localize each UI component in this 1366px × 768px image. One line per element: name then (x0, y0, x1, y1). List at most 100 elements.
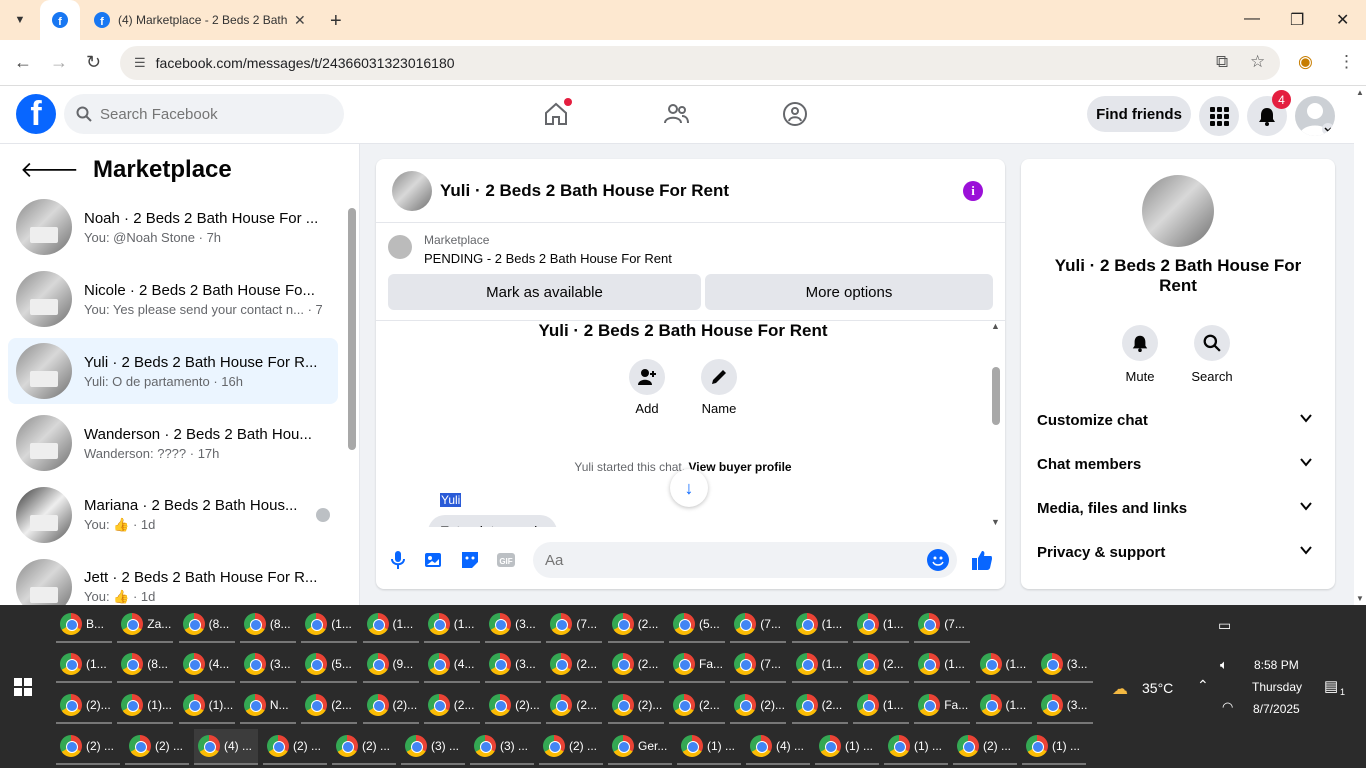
taskbar-window-button[interactable]: (2... (301, 688, 358, 724)
thread-scrollbar[interactable]: ▲ ▼ (990, 321, 1002, 527)
taskbar-window-button[interactable]: (1)... (178, 688, 235, 724)
taskbar-window-button[interactable]: (5... (301, 647, 358, 683)
customize-chat-section[interactable]: Customize chat (1029, 400, 1327, 440)
conversation-item[interactable]: Mariana · 2 Beds 2 Bath Hous... You: 👍 ·… (8, 482, 338, 548)
taskbar-window-button[interactable]: (2... (669, 688, 725, 724)
temperature[interactable]: 35°C (1142, 680, 1173, 696)
new-tab-icon[interactable]: + (330, 10, 342, 33)
taskbar-window-button[interactable]: (8... (117, 647, 174, 683)
taskbar-window-button[interactable]: (3) ... (401, 729, 465, 765)
clock-date[interactable]: 8/7/2025 (1253, 702, 1300, 716)
taskbar-window-button[interactable]: (2) ... (56, 729, 120, 765)
taskbar-window-button[interactable]: (2) ... (953, 729, 1017, 765)
taskbar-window-button[interactable]: (1... (852, 607, 909, 643)
taskbar-window-button[interactable]: (1... (301, 607, 358, 643)
taskbar-window-button[interactable]: (1) ... (1022, 729, 1086, 765)
taskbar-window-button[interactable]: N... (239, 688, 296, 724)
scroll-up-arrow-icon[interactable]: ▲ (991, 321, 1000, 331)
battery-icon[interactable]: ▭ (1218, 617, 1231, 634)
listing-large-thumbnail[interactable] (1142, 175, 1214, 247)
friends-icon[interactable] (662, 100, 690, 128)
notifications-bell-icon[interactable]: 4 (1247, 90, 1291, 136)
taskbar-window-button[interactable]: (7... (546, 607, 603, 643)
sticker-icon[interactable] (459, 549, 481, 571)
taskbar-window-button[interactable]: (1... (423, 607, 480, 643)
taskbar-window-button[interactable]: (1) ... (815, 729, 879, 765)
taskbar-window-button[interactable]: Fa... (914, 688, 971, 724)
message-bubble[interactable]: Estou interesado (428, 515, 558, 527)
taskbar-window-button[interactable]: (2) ... (125, 729, 189, 765)
search-in-chat-action[interactable]: Search (1182, 325, 1242, 384)
photo-icon[interactable] (423, 549, 445, 571)
taskbar-window-button[interactable]: (4) ... (746, 729, 810, 765)
taskbar-window-button[interactable]: (1... (914, 647, 971, 683)
mute-action[interactable]: Mute (1110, 325, 1170, 384)
taskbar-window-button[interactable]: (1)... (117, 688, 174, 724)
conversation-item[interactable]: Wanderson · 2 Beds 2 Bath Hou... Wanders… (8, 410, 338, 476)
listing-status[interactable]: PENDING - 2 Beds 2 Bath House For Rent (424, 251, 672, 266)
chat-members-section[interactable]: Chat members (1029, 444, 1327, 484)
conversation-item[interactable]: Noah · 2 Beds 2 Bath House For ... You: … (8, 194, 338, 260)
chevron-up-icon[interactable]: ⌃ (1197, 677, 1209, 694)
url-field[interactable]: ☰ facebook.com/messages/t/24366031323016… (120, 46, 1280, 80)
message-input[interactable] (545, 551, 915, 569)
account-avatar[interactable] (1295, 96, 1335, 136)
clock-day[interactable]: Thursday (1252, 680, 1302, 694)
taskbar-window-button[interactable]: (7... (730, 607, 787, 643)
back-icon[interactable]: ← (14, 52, 32, 73)
windows-start-icon[interactable] (14, 678, 32, 696)
tab-facebook-pinned[interactable]: f (40, 0, 80, 40)
taskbar-window-button[interactable]: (1... (362, 607, 419, 643)
like-thumbs-up-icon[interactable] (971, 549, 993, 571)
taskbar-window-button[interactable]: (2)... (485, 688, 542, 724)
taskbar-window-button[interactable]: (2)... (362, 688, 419, 724)
minimize-icon[interactable]: — (1244, 10, 1260, 28)
volume-icon[interactable]: 🔈︎ (1220, 657, 1228, 673)
taskbar-window-button[interactable]: (2) ... (539, 729, 603, 765)
taskbar-window-button[interactable]: (2... (546, 647, 603, 683)
search-input[interactable] (100, 105, 330, 123)
back-arrow-icon[interactable]: 🡐 (20, 157, 79, 183)
taskbar-window-button[interactable]: (5... (669, 607, 725, 643)
mark-as-available-button[interactable]: Mark as available (388, 274, 701, 310)
scroll-up-arrow-icon[interactable]: ▲ (1356, 88, 1364, 97)
gif-icon[interactable]: GIF (495, 549, 517, 571)
scrollbar-thumb[interactable] (348, 208, 356, 450)
scroll-down-arrow-icon[interactable]: ▼ (991, 517, 1000, 527)
taskbar-window-button[interactable]: (1... (791, 607, 848, 643)
chat-listing-thumbnail[interactable] (392, 170, 432, 211)
find-friends-button[interactable]: Find friends (1087, 96, 1191, 132)
home-icon[interactable] (542, 98, 572, 128)
taskbar-window-button[interactable]: Fa... (669, 647, 725, 683)
tab-marketplace[interactable]: f (4) Marketplace - 2 Beds 2 Bath ✕ (84, 0, 324, 40)
page-scrollbar[interactable]: ▲ ▼ (1354, 86, 1366, 605)
forward-icon[interactable]: → (50, 52, 68, 73)
taskbar-window-button[interactable]: B... (56, 607, 112, 643)
taskbar-window-button[interactable]: (3... (485, 647, 542, 683)
taskbar-window-button[interactable]: (2) ... (263, 729, 327, 765)
conversation-item[interactable]: Nicole · 2 Beds 2 Bath House Fo... You: … (8, 266, 338, 332)
taskbar-window-button[interactable]: (2)... (607, 688, 664, 724)
taskbar-window-button[interactable]: (2... (607, 607, 664, 643)
taskbar-window-button[interactable]: (4... (423, 647, 480, 683)
weather-icon[interactable]: ☁ (1112, 679, 1128, 699)
conversation-list-scrollbar[interactable] (348, 194, 356, 604)
more-options-button[interactable]: More options (705, 274, 993, 310)
taskbar-window-button[interactable]: (1... (791, 647, 848, 683)
bookmark-star-icon[interactable]: ☆ (1250, 52, 1265, 72)
facebook-logo-icon[interactable]: f (16, 94, 56, 134)
taskbar-window-button[interactable]: (2... (546, 688, 603, 724)
profile-icon[interactable]: ◉ (1298, 52, 1313, 72)
chat-title[interactable]: Yuli · 2 Beds 2 Bath House For Rent (440, 181, 729, 201)
taskbar-window-button[interactable]: Za... (117, 607, 174, 643)
taskbar-window-button[interactable]: (7... (914, 607, 971, 643)
tab-search-button[interactable]: ▼ (8, 8, 32, 32)
taskbar-window-button[interactable]: (1) ... (884, 729, 948, 765)
taskbar-window-button[interactable]: (1... (852, 688, 909, 724)
privacy-support-section[interactable]: Privacy & support (1029, 532, 1327, 572)
taskbar-window-button[interactable]: (2... (607, 647, 664, 683)
taskbar-window-button[interactable]: (7... (730, 647, 787, 683)
taskbar-window-button[interactable]: (2)... (56, 688, 112, 724)
taskbar-window-button[interactable]: (1... (975, 688, 1032, 724)
notification-center-icon[interactable]: ▤ (1324, 677, 1338, 695)
